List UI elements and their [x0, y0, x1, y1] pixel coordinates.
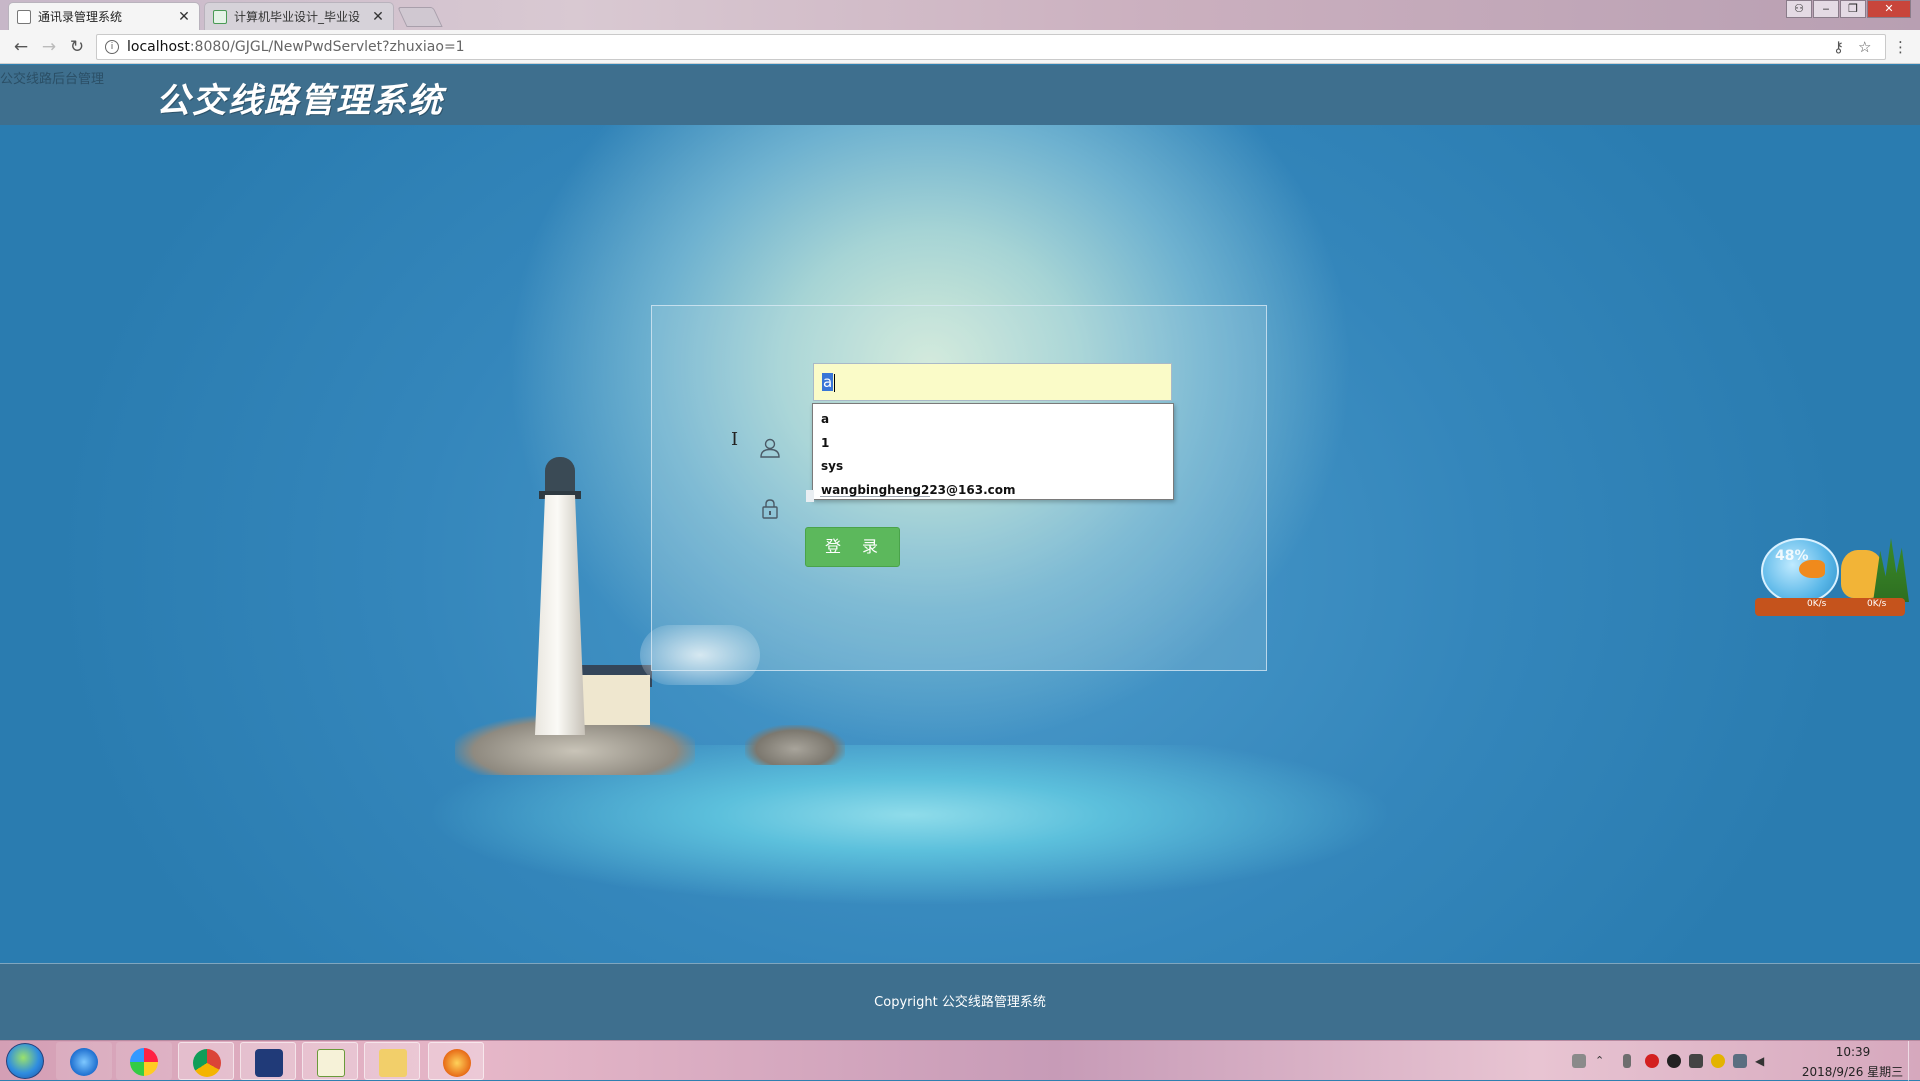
- keyboard-icon[interactable]: [1572, 1054, 1586, 1068]
- browser-tab-strip: 通讯录管理系统 ✕ 计算机毕业设计_毕业设 ✕ ⚇ ‒ ❐ ✕: [0, 0, 1920, 30]
- taskbar-editor[interactable]: [302, 1042, 358, 1080]
- restore-icon[interactable]: ❐: [1840, 0, 1866, 18]
- chrome-icon: [193, 1049, 221, 1077]
- address-bar[interactable]: i localhost:8080/GJGL/NewPwdServlet?zhux…: [96, 34, 1886, 60]
- star-icon[interactable]: ☆: [1858, 38, 1871, 56]
- back-arrow-icon[interactable]: ←: [10, 36, 32, 58]
- antivirus-icon[interactable]: [1645, 1054, 1659, 1068]
- clock-date[interactable]: 2018/9/26 星期三: [1790, 1063, 1915, 1080]
- network-speed-widget[interactable]: 48% 0K/s 0K/s: [1755, 538, 1910, 620]
- folder-icon: [379, 1049, 407, 1077]
- logo-title: 公交线路管理系统: [156, 81, 444, 121]
- ninja-app-icon: [443, 1049, 471, 1077]
- media-center-icon: [130, 1048, 158, 1076]
- upload-speed: 0K/s: [1807, 599, 1827, 609]
- taskbar-eclipse[interactable]: [240, 1042, 296, 1080]
- user-icon: [760, 438, 780, 458]
- close-icon[interactable]: ✕: [177, 9, 191, 25]
- key-icon[interactable]: ⚷: [1833, 38, 1844, 56]
- info-icon[interactable]: i: [105, 40, 119, 54]
- site-favicon-icon: [213, 9, 227, 24]
- close-icon[interactable]: ✕: [371, 9, 385, 25]
- security-icon[interactable]: [1711, 1054, 1725, 1068]
- page-header: 公交线路管理系统: [0, 65, 1920, 125]
- rock-illustration: [745, 725, 845, 765]
- autocomplete-option[interactable]: sys: [813, 455, 1173, 479]
- text-caret: [834, 373, 836, 392]
- memory-percent: 48%: [1775, 548, 1809, 564]
- reload-icon[interactable]: ↻: [66, 36, 88, 58]
- usb-icon[interactable]: [1623, 1054, 1631, 1068]
- chart-favicon-icon: [17, 9, 31, 24]
- taskbar-ie[interactable]: [56, 1042, 112, 1080]
- tab-title: 计算机毕业设计_毕业设: [234, 10, 361, 24]
- clock-time[interactable]: 10:39: [1818, 1045, 1888, 1059]
- tab-graduation-design[interactable]: 计算机毕业设计_毕业设 ✕: [204, 2, 394, 30]
- taskbar-app[interactable]: [428, 1042, 484, 1080]
- tab-address-book[interactable]: 通讯录管理系统 ✕: [8, 2, 200, 30]
- forward-arrow-icon[interactable]: →: [38, 36, 60, 58]
- taskbar-explorer[interactable]: [364, 1042, 420, 1080]
- network-icon[interactable]: [1733, 1054, 1747, 1068]
- copyright-text: Copyright 公交线路管理系统: [874, 995, 1046, 1010]
- lighthouse-illustration: [535, 435, 585, 735]
- start-button[interactable]: [6, 1043, 44, 1079]
- minimize-icon[interactable]: ‒: [1813, 0, 1839, 18]
- remember-checkbox[interactable]: [806, 490, 814, 502]
- lighthouse-lamp: [545, 457, 575, 495]
- text-cursor-icon: I: [731, 429, 739, 450]
- qq-icon[interactable]: [1667, 1054, 1681, 1068]
- autocomplete-dropdown: a 1 sys wangbingheng223@163.com: [812, 403, 1174, 500]
- lock-icon: [762, 499, 778, 519]
- chevron-up-icon[interactable]: ⌃: [1595, 1054, 1609, 1068]
- new-tab-button[interactable]: [397, 7, 443, 27]
- tab-title: 通讯录管理系统: [38, 10, 123, 24]
- internet-explorer-icon: [70, 1048, 98, 1076]
- username-input[interactable]: a: [813, 363, 1172, 401]
- messenger-icon[interactable]: [1689, 1054, 1703, 1068]
- page-footer: Copyright 公交线路管理系统: [0, 963, 1920, 1040]
- taskbar-chrome[interactable]: [178, 1042, 234, 1080]
- lighthouse-tower: [535, 495, 585, 735]
- url-path: :8080/GJGL/NewPwdServlet?zhuxiao=1: [189, 39, 465, 55]
- page-tooltip-text: 公交线路后台管理: [0, 72, 105, 87]
- username-input-value: a: [822, 373, 834, 391]
- url-host: localhost: [127, 39, 190, 55]
- windows-taskbar: ⌃ ◀ 10:39 2018/9/26 星期三: [0, 1040, 1920, 1081]
- taskbar-media[interactable]: [116, 1042, 172, 1080]
- autocomplete-option[interactable]: 1: [813, 432, 1173, 456]
- notepad-icon: [317, 1049, 345, 1077]
- menu-dots-icon[interactable]: ⋮: [1893, 38, 1908, 56]
- remember-label-fragment: [820, 496, 930, 504]
- plant-icon: [1873, 538, 1909, 602]
- login-button[interactable]: 登 录: [805, 527, 900, 567]
- user-profile-icon[interactable]: ⚇: [1786, 0, 1812, 18]
- browser-toolbar: ← → ↻ i localhost:8080/GJGL/NewPwdServle…: [0, 30, 1920, 64]
- show-desktop-button[interactable]: [1908, 1041, 1920, 1081]
- close-window-icon[interactable]: ✕: [1867, 0, 1911, 18]
- volume-icon[interactable]: ◀: [1755, 1054, 1769, 1068]
- autocomplete-option[interactable]: a: [813, 408, 1173, 432]
- download-speed: 0K/s: [1867, 599, 1887, 609]
- eclipse-icon: [255, 1049, 283, 1077]
